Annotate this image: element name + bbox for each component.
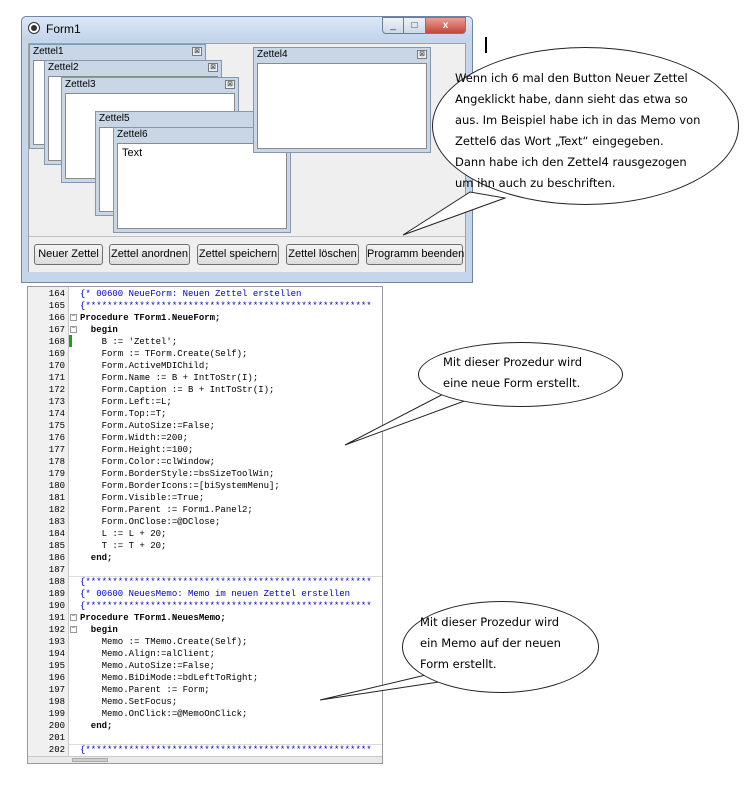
callout-bottom: Mit dieser Prozedur wird ein Memo auf de… xyxy=(402,601,599,693)
callout-top-tail xyxy=(402,191,507,236)
callout-line: Zettel6 das Wort „Text“ eingegeben. xyxy=(455,134,664,148)
callout-middle-text: Mit dieser Prozedur wird eine neue Form … xyxy=(443,352,582,394)
callout-line: Wenn ich 6 mal den Button Neuer Zettel xyxy=(455,71,688,85)
callout-line: ein Memo auf der neuen xyxy=(420,636,561,650)
callout-line: Form erstellt. xyxy=(420,657,497,671)
callout-line: Dann habe ich den Zettel4 rausgezogen xyxy=(455,155,687,169)
callout-top-text: Wenn ich 6 mal den Button Neuer Zettel A… xyxy=(455,68,700,194)
callout-bottom-text: Mit dieser Prozedur wird ein Memo auf de… xyxy=(420,612,561,675)
callout-line: Mit dieser Prozedur wird xyxy=(443,355,583,369)
callout-line: aus. Im Beispiel habe ich in das Memo vo… xyxy=(455,113,701,127)
callout-line: Mit dieser Prozedur wird xyxy=(420,615,560,629)
callout-line: um ihn auch zu beschriften. xyxy=(455,176,616,190)
callout-middle: Mit dieser Prozedur wird eine neue Form … xyxy=(418,342,623,407)
callout-line: Angeklickt habe, dann sieht das etwa so xyxy=(455,92,688,106)
callout-line: eine neue Form erstellt. xyxy=(443,376,581,390)
callout-top: Wenn ich 6 mal den Button Neuer Zettel A… xyxy=(432,47,739,205)
